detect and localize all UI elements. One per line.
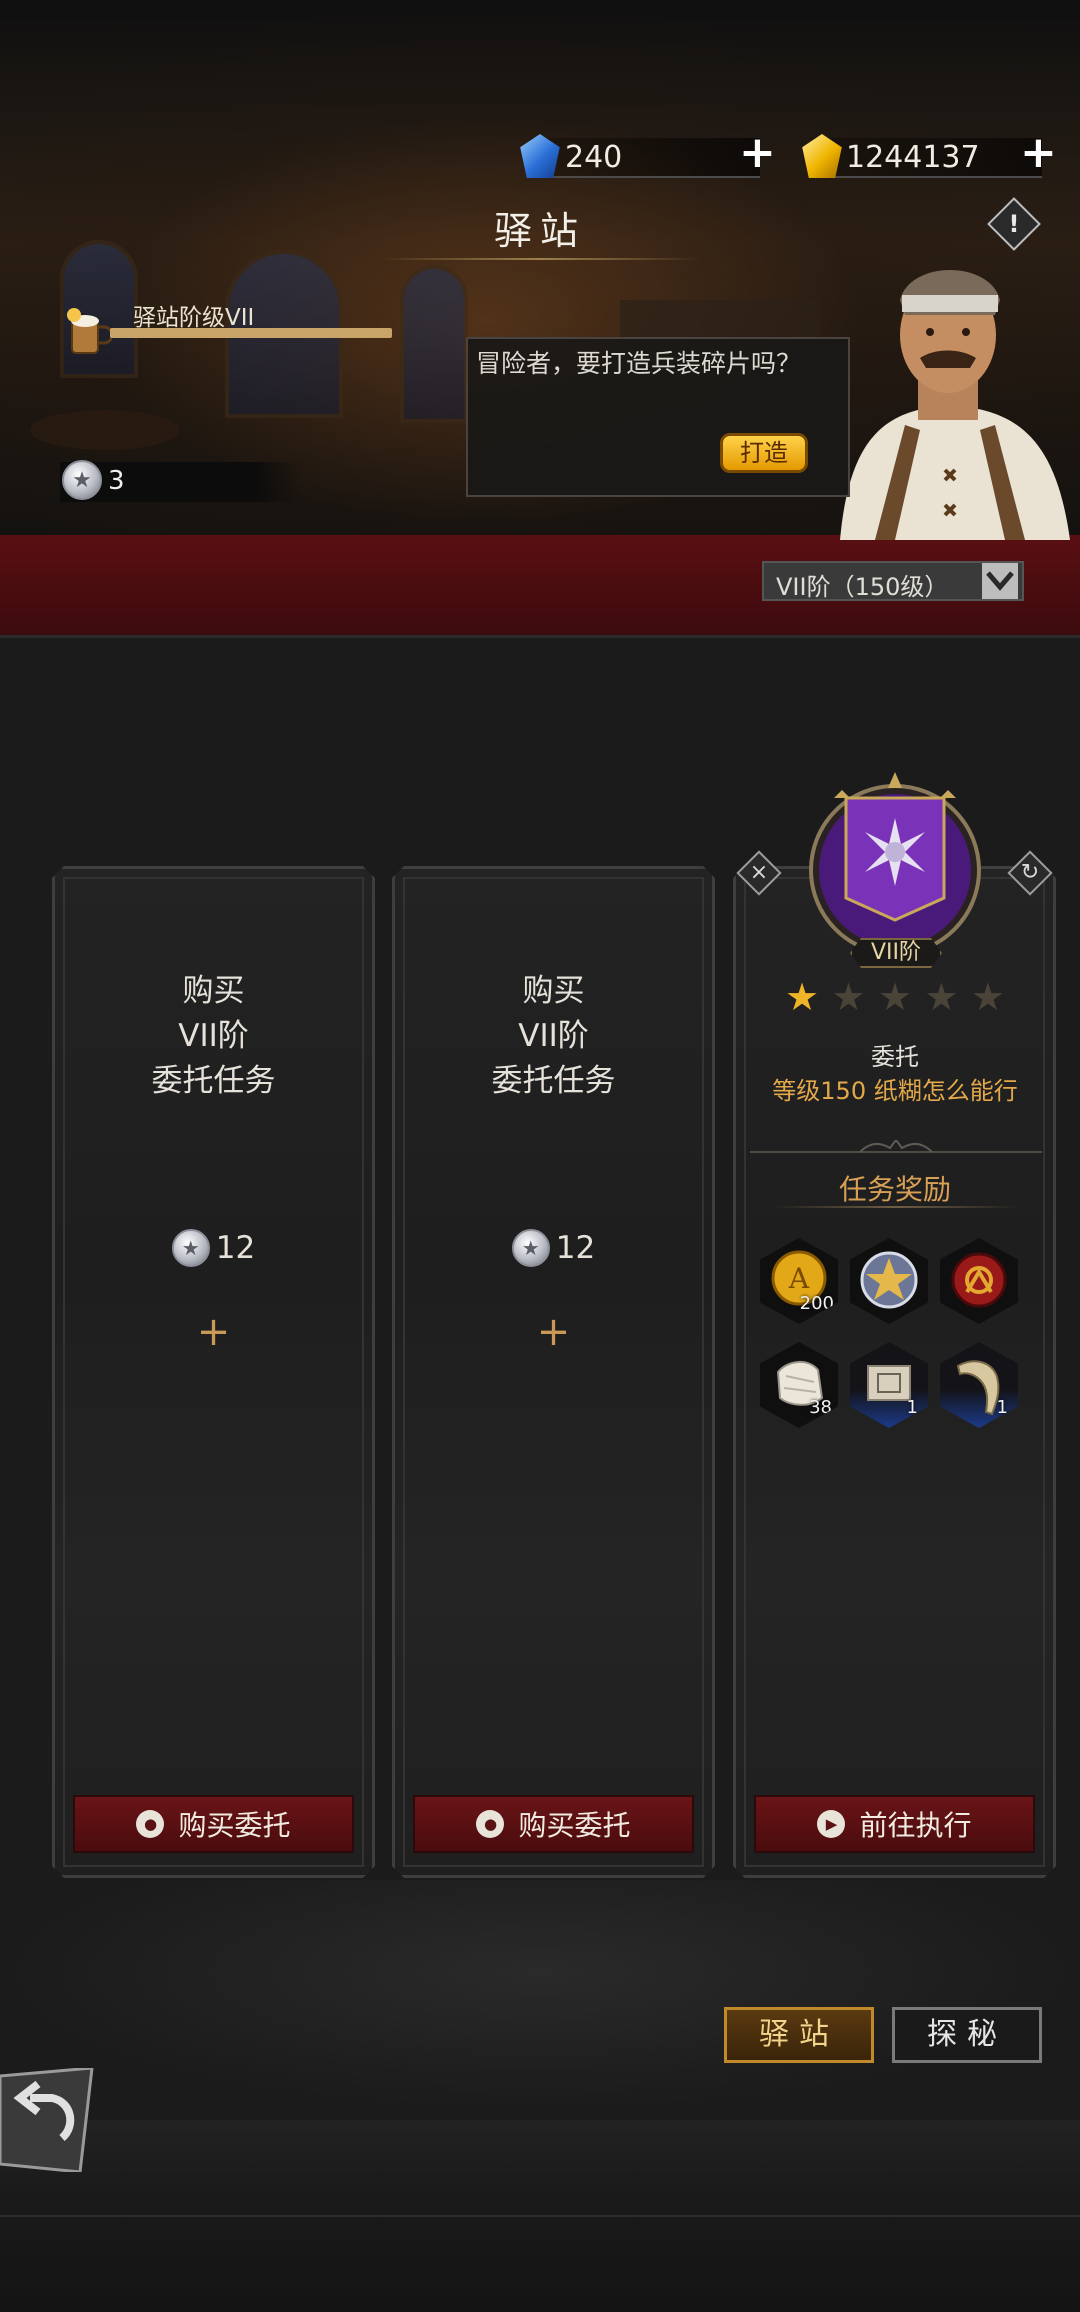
empty-task-slot-2: 购买 VII阶 委托任务 ★ 12 + ● 购买委托 (392, 866, 715, 1878)
add-slot-icon[interactable]: + (55, 1309, 372, 1355)
title-underline (380, 258, 700, 260)
star-icon: ★ (970, 975, 1005, 1019)
play-icon: ▶ (817, 1810, 845, 1838)
task-tier-badge: VII阶 (850, 938, 942, 968)
page-title: 驿站 (493, 209, 586, 253)
close-icon: × (749, 860, 769, 885)
go-execute-button[interactable]: ▶ 前往执行 (754, 1795, 1035, 1853)
silver-token-icon: ★ (62, 460, 102, 500)
slot-cost: ★ 12 (55, 1229, 372, 1267)
star-icon: ★ (831, 975, 866, 1019)
silver-token-icon: ★ (512, 1229, 550, 1267)
divider-ornament (750, 1140, 1042, 1153)
slot-title: 购买 VII阶 委托任务 (491, 973, 616, 1099)
svg-text:A: A (788, 1262, 810, 1295)
empty-task-slot-1: 购买 VII阶 委托任务 ★ 12 + ● 购买委托 (52, 866, 375, 1878)
add-crystal-button[interactable]: + (739, 131, 776, 175)
tier-dropdown[interactable]: VII阶（150级） (762, 561, 1024, 601)
slot-cost-value: 12 (215, 1230, 256, 1266)
tab-explore[interactable]: 探秘 (892, 2007, 1042, 2063)
blacksmith-npc-portrait (840, 270, 1070, 540)
dialog-text: 冒险者，要打造兵装碎片吗？ (476, 349, 802, 378)
slot-cost-value: 12 (555, 1230, 596, 1266)
refresh-icon: ↻ (1020, 860, 1040, 885)
star-icon: ★ (924, 975, 959, 1019)
buy-commission-button[interactable]: ● 购买委托 (73, 1795, 354, 1853)
background-window (400, 265, 468, 423)
slot-title: 购买 VII阶 委托任务 (151, 973, 276, 1099)
slot-cost: ★ 12 (395, 1229, 712, 1267)
tier-dropdown-label: VII阶（150级） (776, 573, 949, 601)
bottom-mist (0, 1880, 1080, 2110)
exclamation-icon: ! (1008, 210, 1020, 238)
crystal-amount: 240 (565, 140, 623, 175)
tab-station[interactable]: 驿站 (724, 2007, 874, 2063)
token-count: 3 (108, 466, 125, 496)
difficulty-stars: ★ ★ ★ ★ ★ (785, 978, 1005, 1016)
forge-button[interactable]: 打造 (720, 433, 808, 473)
add-slot-icon[interactable]: + (395, 1309, 712, 1355)
background-table (30, 410, 180, 450)
lock-icon: ● (136, 1810, 164, 1838)
tankard-icon (67, 308, 112, 354)
npc-dialog-box: 冒险者，要打造兵装碎片吗？ 打造 (466, 337, 850, 497)
silver-token-icon: ★ (172, 1229, 210, 1267)
bottom-divider (0, 2215, 1080, 2217)
station-level-label: 驿站阶级VII (133, 305, 255, 331)
star-icon: ★ (785, 975, 820, 1019)
rewards-underline (772, 1206, 1020, 1208)
rewards-title: 任务奖励 (838, 1173, 951, 1206)
task-type: 委托 (871, 1043, 919, 1071)
task-description: 等级150 纸糊怎么能行 (772, 1077, 1018, 1105)
buy-commission-button[interactable]: ● 购买委托 (413, 1795, 694, 1853)
chevron-down-icon (982, 563, 1018, 599)
back-button[interactable] (0, 2068, 96, 2172)
add-gold-button[interactable]: + (1020, 131, 1057, 175)
gold-amount: 1244137 (846, 140, 980, 175)
star-icon: ★ (877, 975, 913, 1019)
station-level-bar (110, 328, 392, 338)
lock-icon: ● (476, 1810, 504, 1838)
